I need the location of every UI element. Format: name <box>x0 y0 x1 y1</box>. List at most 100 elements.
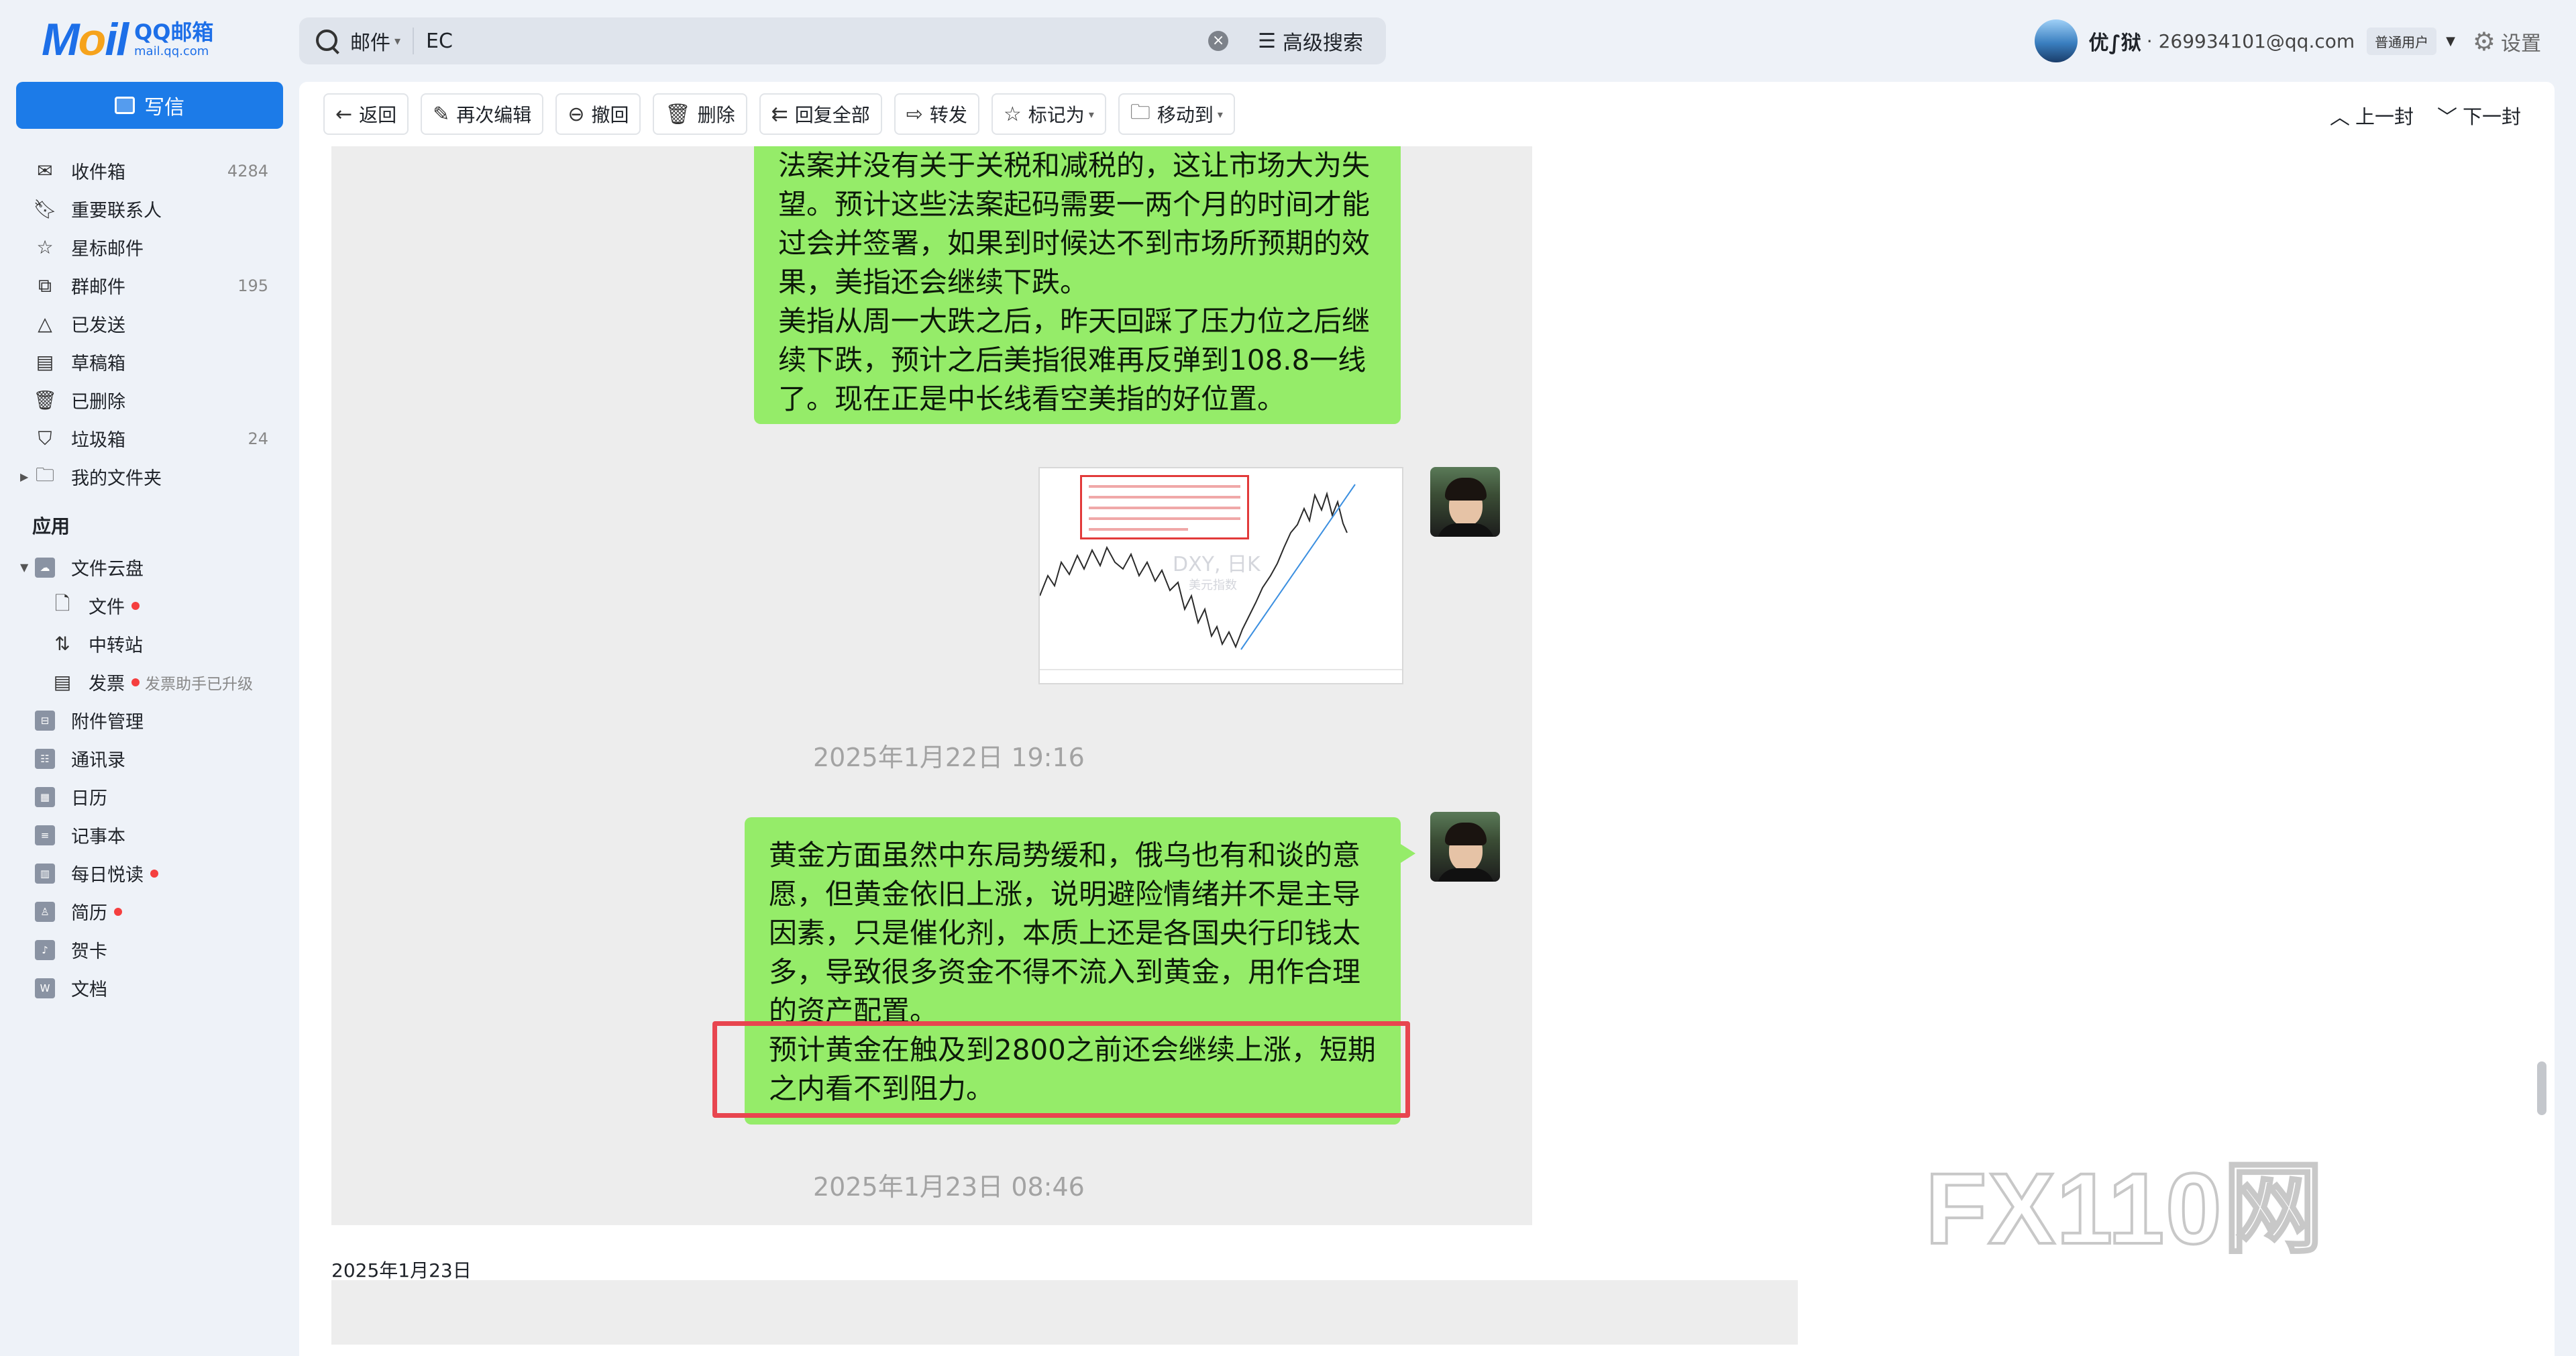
unread-count: 195 <box>237 276 268 295</box>
sidebar-item-invoice[interactable]: ▤ 发票 发票助手已升级 <box>0 663 299 701</box>
chevron-down-icon[interactable]: ▼ <box>2446 34 2455 48</box>
group-mail-icon: ⧉ <box>38 274 52 297</box>
search-scope-select[interactable]: 邮件 <box>350 26 390 56</box>
folder-nav: ✉ 收件箱 4284 🔖︎ 重要联系人 ☆ 星标邮件 ⧉ 群邮件 195 △ 已… <box>0 152 299 1007</box>
reading-icon: ▥ <box>35 863 55 884</box>
sidebar-item-attachments[interactable]: ⊟ 附件管理 <box>0 701 299 739</box>
site-watermark: FX110网 <box>1924 1151 2325 1266</box>
chevron-right-icon[interactable]: ▶ <box>20 470 28 483</box>
message-timestamp: 2025年1月22日 19:16 <box>813 743 1085 772</box>
chevron-down-icon: ﹀ <box>2436 106 2457 129</box>
sidebar-item-contacts[interactable]: ☷ 通讯录 <box>0 739 299 778</box>
menu-icon: ☰ <box>1258 29 1276 53</box>
sidebar-item-daily-reading[interactable]: ▥ 每日悦读 <box>0 854 299 892</box>
user-email: · 269934101@qq.com <box>2146 30 2355 52</box>
reply-all-button[interactable]: ⇇ 回复全部 <box>759 93 882 135</box>
scrollbar[interactable] <box>2537 1061 2546 1115</box>
sidebar-item-inbox[interactable]: ✉ 收件箱 4284 <box>0 152 299 190</box>
sender-avatar[interactable] <box>1430 812 1500 882</box>
chevron-down-icon[interactable]: ▼ <box>20 561 28 574</box>
message-timestamp: 2025年1月23日 08:46 <box>813 1172 1085 1202</box>
user-name: 优∫狱 <box>2088 32 2141 55</box>
sidebar-item-starred[interactable]: ☆ 星标邮件 <box>0 228 299 266</box>
logo-cn: QQ邮箱 <box>134 19 214 45</box>
chart-thumbnail[interactable]: DXY, 日K 美元指数 <box>1038 467 1403 684</box>
chevron-down-icon: ▾ <box>1217 107 1223 121</box>
trash-icon: 🗑︎ <box>33 389 57 411</box>
folder-move-icon: 🗀 <box>1130 100 1150 124</box>
logo-mark: Moil <box>42 14 129 65</box>
folder-icon: 🗀 <box>35 463 54 486</box>
trash-icon: 🗑︎ <box>665 102 691 126</box>
chevron-down-icon: ▾ <box>394 34 401 48</box>
edit-again-button[interactable]: ✎ 再次编辑 <box>421 93 544 135</box>
logo-en: mail.qq.com <box>134 44 209 58</box>
reply-all-icon: ⇇ <box>771 102 788 126</box>
settings-button[interactable]: ⚙ 设置 <box>2473 27 2541 56</box>
new-dot <box>114 907 122 916</box>
contacts-icon: ☷ <box>35 748 55 769</box>
attachment-icon: ⊟ <box>35 710 55 731</box>
chevron-down-icon: ▾ <box>1088 107 1094 121</box>
user-menu[interactable]: 优∫狱 · 269934101@qq.com 普通用户 ▼ <box>2035 19 2455 63</box>
highlight-box <box>712 1021 1410 1118</box>
next-mail-button[interactable]: ﹀ 下一封 <box>2437 101 2521 130</box>
back-button[interactable]: ← 返回 <box>323 93 409 135</box>
clear-search-icon[interactable]: × <box>1208 31 1229 51</box>
star-icon: ☆ <box>36 236 54 258</box>
sidebar-item-deleted[interactable]: 🗑︎ 已删除 <box>0 381 299 419</box>
sidebar-item-files[interactable]: 🗋 文件 <box>0 586 299 625</box>
resume-icon: ♙ <box>35 901 55 922</box>
search-icon <box>314 28 341 54</box>
search-bar[interactable]: 邮件 ▾ EC × ☰ 高级搜索 <box>299 17 1386 64</box>
new-dot <box>150 869 158 878</box>
recall-button[interactable]: ⊖ 撤回 <box>555 93 641 135</box>
search-input[interactable]: EC <box>426 30 1208 53</box>
sidebar-item-cards[interactable]: ♪ 贺卡 <box>0 931 299 969</box>
sidebar-item-sent[interactable]: △ 已发送 <box>0 305 299 343</box>
sidebar-item-drafts[interactable]: ▤ 草稿箱 <box>0 343 299 381</box>
avatar[interactable] <box>2035 19 2078 62</box>
mail-body-image: 法案并没有关于关税和减税的，这让市场大为失 望。预计这些法案起码需要一两个月的时… <box>331 146 1532 1225</box>
forward-icon: ⇨ <box>906 102 923 126</box>
bookmark-icon: 🔖︎ <box>33 198 57 220</box>
sidebar-item-my-folders[interactable]: ▶ 🗀 我的文件夹 <box>0 458 299 496</box>
sender-avatar[interactable] <box>1430 467 1500 537</box>
sidebar-item-resume[interactable]: ♙ 简历 <box>0 892 299 931</box>
sidebar-item-vip[interactable]: 🔖︎ 重要联系人 <box>0 190 299 228</box>
notepad-icon: ≡ <box>35 825 55 845</box>
date-label: 2025年1月23日 <box>331 1259 472 1282</box>
gear-icon: ⚙ <box>2472 27 2496 56</box>
qq-mail-logo[interactable]: Moil QQ邮箱 mail.qq.com <box>42 14 214 65</box>
top-bar: Moil QQ邮箱 mail.qq.com 邮件 ▾ EC × ☰ 高级搜索 优… <box>0 0 2576 82</box>
mark-as-button[interactable]: ☆ 标记为 ▾ <box>991 93 1106 135</box>
delete-button[interactable]: 🗑︎ 删除 <box>653 93 747 135</box>
sidebar-item-cloud-drive[interactable]: ▼ ☁ 文件云盘 <box>0 548 299 586</box>
message-text: 法案并没有关于关税和减税的，这让市场大为失 望。预计这些法案起码需要一两个月的时… <box>778 149 1371 415</box>
new-dot <box>131 601 140 610</box>
invoice-icon: ▤ <box>53 671 72 693</box>
sidebar-item-calendar[interactable]: ▦ 日历 <box>0 778 299 816</box>
unread-count: 24 <box>248 429 268 448</box>
cloud-drive-icon: ☁ <box>35 557 55 578</box>
shield-icon: ⛉ <box>38 427 52 450</box>
inbox-icon: ✉ <box>37 160 53 182</box>
new-dot <box>131 678 140 686</box>
move-to-button[interactable]: 🗀 移动到 ▾ <box>1118 93 1235 135</box>
account-type-badge: 普通用户 <box>2367 27 2437 55</box>
greeting-card-icon: ♪ <box>35 939 55 960</box>
price-line <box>1040 484 1402 670</box>
sidebar-item-spam[interactable]: ⛉ 垃圾箱 24 <box>0 419 299 458</box>
sidebar-item-docs[interactable]: W 文档 <box>0 969 299 1007</box>
forward-button[interactable]: ⇨ 转发 <box>894 93 979 135</box>
sidebar-item-notes[interactable]: ≡ 记事本 <box>0 816 299 854</box>
sidebar-item-transfer[interactable]: ⇅ 中转站 <box>0 625 299 663</box>
advanced-search-button[interactable]: ☰ 高级搜索 <box>1258 26 1363 56</box>
next-image-placeholder <box>331 1280 1798 1345</box>
chat-bubble: 法案并没有关于关税和减税的，这让市场大为失 望。预计这些法案起码需要一两个月的时… <box>754 146 1401 424</box>
compose-button[interactable]: 写信 <box>16 82 283 129</box>
sidebar-item-group[interactable]: ⧉ 群邮件 195 <box>0 266 299 305</box>
previous-mail-button[interactable]: ︿ 上一封 <box>2330 101 2414 130</box>
sent-icon: △ <box>38 313 52 335</box>
edit-icon: ✎ <box>433 102 450 126</box>
